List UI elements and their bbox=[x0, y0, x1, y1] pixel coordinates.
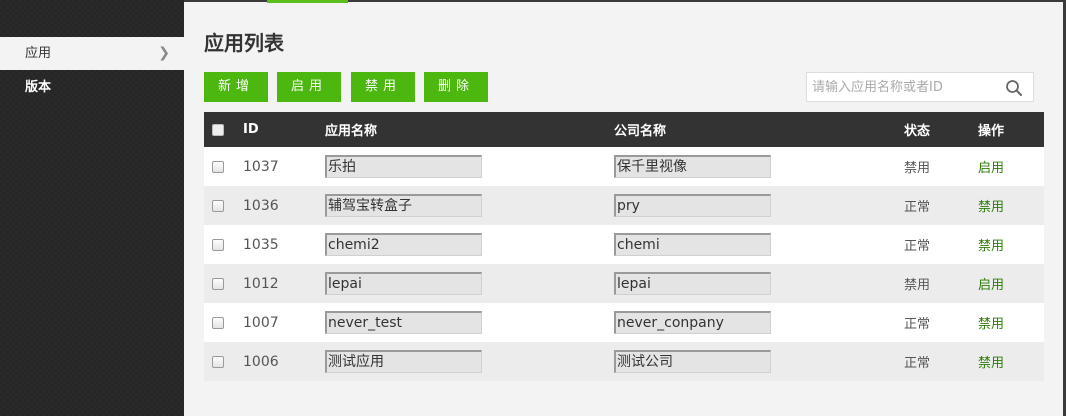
app-name-field[interactable]: 测试应用 bbox=[325, 350, 482, 373]
operation-link[interactable]: 启用 bbox=[978, 274, 1004, 293]
row-checkbox[interactable] bbox=[212, 199, 224, 212]
row-id: 1006 bbox=[243, 353, 279, 370]
operation-link[interactable]: 禁用 bbox=[978, 196, 1004, 215]
app-name-field[interactable]: 乐拍 bbox=[325, 155, 482, 178]
top-bar-accent bbox=[267, 0, 348, 3]
status-text: 正常 bbox=[904, 317, 931, 332]
company-name-field[interactable]: 保千里视像 bbox=[614, 155, 771, 178]
operation-link[interactable]: 禁用 bbox=[978, 313, 1004, 332]
app-name-field[interactable]: chemi2 bbox=[325, 233, 482, 256]
page-title: 应用列表 bbox=[204, 31, 284, 55]
sidebar-item-label: 版本 bbox=[25, 80, 52, 95]
company-name-field[interactable]: chemi bbox=[614, 233, 771, 256]
table-row: 1036 辅驾宝转盒子 pry 正常 禁用 bbox=[204, 186, 1044, 225]
status-text: 禁用 bbox=[904, 278, 931, 293]
row-checkbox[interactable] bbox=[212, 316, 224, 329]
row-id: 1037 bbox=[243, 158, 279, 175]
header-app-name: 应用名称 bbox=[325, 124, 378, 139]
sidebar-item-versions[interactable]: 版本 bbox=[0, 71, 184, 104]
header-operation: 操作 bbox=[978, 124, 1005, 139]
row-id: 1035 bbox=[243, 236, 279, 253]
table-row: 1006 测试应用 测试公司 正常 禁用 bbox=[204, 342, 1044, 381]
row-id: 1036 bbox=[243, 197, 279, 214]
chevron-right-icon: ❯ bbox=[158, 45, 170, 61]
search-icon[interactable] bbox=[1005, 79, 1023, 97]
status-text: 正常 bbox=[904, 200, 931, 215]
header-status: 状态 bbox=[904, 124, 931, 139]
status-text: 正常 bbox=[904, 239, 931, 254]
row-checkbox[interactable] bbox=[212, 277, 224, 290]
app-table: ID 应用名称 公司名称 状态 操作 1037 乐拍 保千里视像 禁用 启用 1… bbox=[204, 112, 1044, 381]
search-box bbox=[806, 72, 1034, 102]
row-id: 1007 bbox=[243, 314, 279, 331]
app-name-field[interactable]: 辅驾宝转盒子 bbox=[325, 194, 482, 217]
sidebar-item-apps[interactable]: 应用 ❯ bbox=[0, 37, 184, 70]
header-company: 公司名称 bbox=[614, 124, 667, 139]
search-input[interactable] bbox=[807, 73, 997, 101]
sidebar-item-label: 应用 bbox=[25, 46, 52, 61]
table-header: ID 应用名称 公司名称 状态 操作 bbox=[204, 112, 1044, 147]
row-id: 1012 bbox=[243, 275, 279, 292]
status-text: 正常 bbox=[904, 356, 931, 371]
header-id: ID bbox=[243, 122, 259, 137]
sidebar: 应用 ❯ 版本 bbox=[0, 0, 184, 416]
select-all-checkbox[interactable] bbox=[212, 123, 224, 136]
row-checkbox[interactable] bbox=[212, 355, 224, 368]
delete-button[interactable]: 删除 bbox=[424, 72, 488, 102]
company-name-field[interactable]: pry bbox=[614, 194, 771, 217]
row-checkbox[interactable] bbox=[212, 238, 224, 251]
app-name-field[interactable]: never_test bbox=[325, 311, 482, 334]
disable-button[interactable]: 禁用 bbox=[351, 72, 415, 102]
row-checkbox[interactable] bbox=[212, 160, 224, 173]
company-name-field[interactable]: 测试公司 bbox=[614, 350, 771, 373]
table-row: 1012 lepai lepai 禁用 启用 bbox=[204, 264, 1044, 303]
app-name-field[interactable]: lepai bbox=[325, 272, 482, 295]
operation-link[interactable]: 启用 bbox=[978, 157, 1004, 176]
add-button[interactable]: 新增 bbox=[204, 72, 268, 102]
status-text: 禁用 bbox=[904, 161, 931, 176]
table-row: 1007 never_test never_conpany 正常 禁用 bbox=[204, 303, 1044, 342]
table-row: 1035 chemi2 chemi 正常 禁用 bbox=[204, 225, 1044, 264]
operation-link[interactable]: 禁用 bbox=[978, 352, 1004, 371]
operation-link[interactable]: 禁用 bbox=[978, 235, 1004, 254]
company-name-field[interactable]: lepai bbox=[614, 272, 771, 295]
enable-button[interactable]: 启用 bbox=[277, 72, 341, 102]
table-row: 1037 乐拍 保千里视像 禁用 启用 bbox=[204, 147, 1044, 186]
company-name-field[interactable]: never_conpany bbox=[614, 311, 771, 334]
